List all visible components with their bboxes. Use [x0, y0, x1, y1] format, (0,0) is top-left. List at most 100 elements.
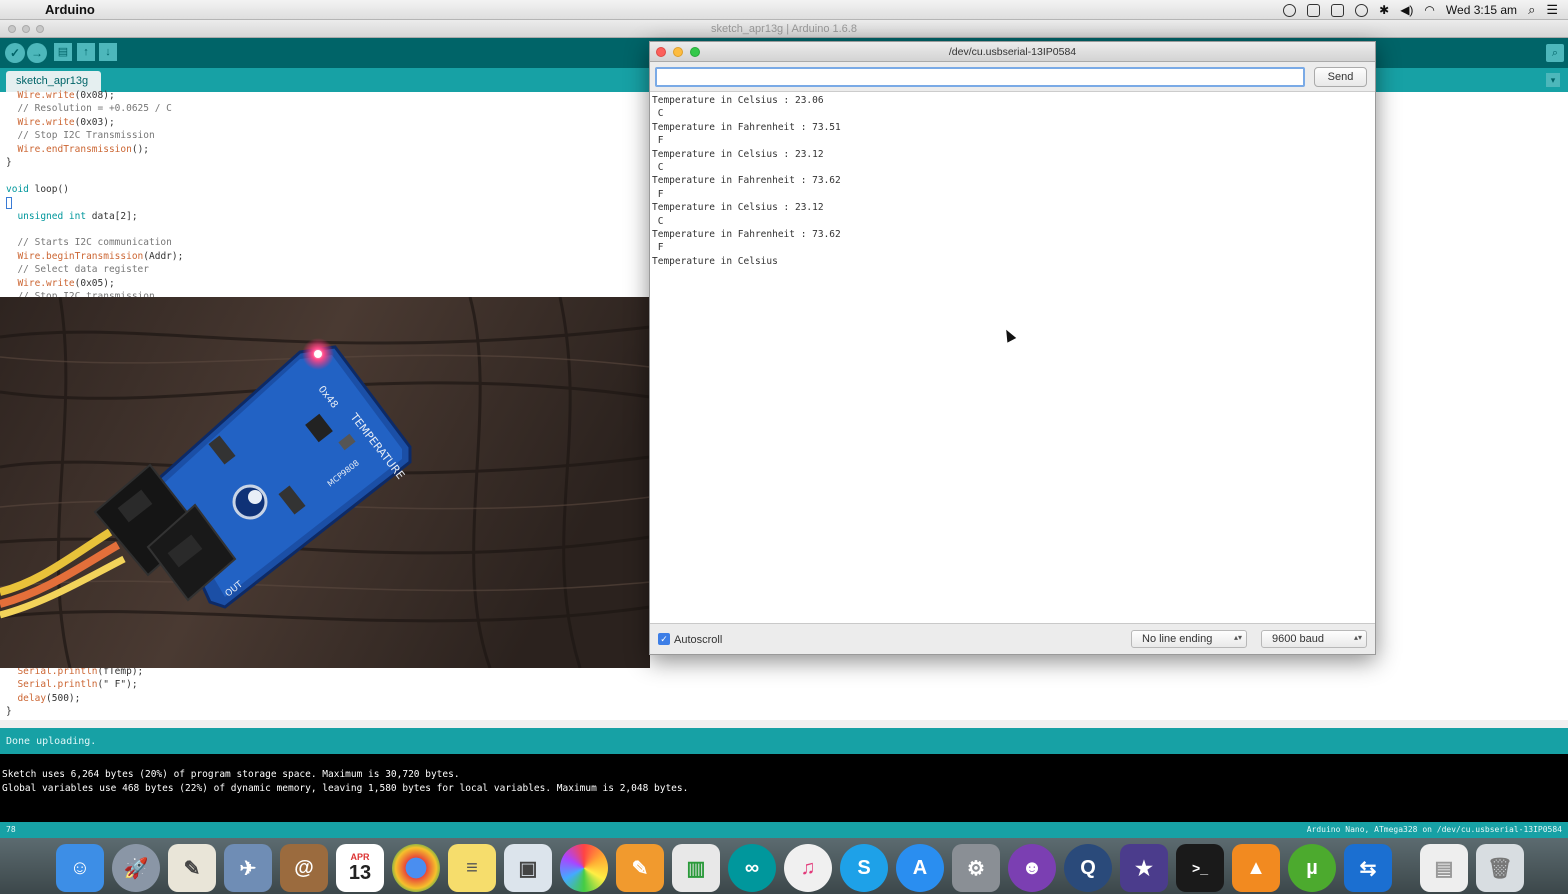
console-line: Sketch uses 6,264 bytes (20%) of program…	[2, 769, 460, 780]
code-line[interactable]: }	[6, 156, 183, 169]
serial-output-line: Temperature in Fahrenheit : 73.62	[652, 229, 841, 241]
wifi-icon[interactable]: ◠	[1424, 3, 1434, 17]
code-line[interactable]: unsigned int data[2];	[6, 210, 183, 223]
check-icon[interactable]	[1307, 3, 1321, 17]
editor-divider[interactable]	[0, 720, 1568, 728]
volume-icon[interactable]: ◀)	[1400, 3, 1413, 17]
code-line[interactable]	[6, 196, 183, 209]
vlc-icon[interactable]: ▲	[1232, 844, 1280, 892]
photo-booth-icon[interactable]: ▣	[504, 844, 552, 892]
skype-icon[interactable]: S	[840, 844, 888, 892]
serial-monitor-button[interactable]: ⌕	[1546, 44, 1564, 62]
autoscroll-label[interactable]: Autoscroll	[674, 634, 722, 646]
serial-output-line: F	[652, 242, 664, 254]
code-line[interactable]: }	[6, 705, 143, 718]
quicktime-icon[interactable]: Q	[1064, 844, 1112, 892]
code-line[interactable]: Serial.println(" F");	[6, 678, 143, 691]
footer-bar: 78 Arduino Nano, ATmega328 on /dev/cu.us…	[0, 822, 1568, 838]
document-icon[interactable]	[1331, 3, 1345, 17]
arduino-icon[interactable]: ∞	[728, 844, 776, 892]
open-button[interactable]: ↑	[77, 43, 95, 61]
code-line[interactable]: Wire.write(0x03);	[6, 116, 183, 129]
tab-menu-button[interactable]: ▾	[1546, 73, 1560, 87]
code-keyword: Wire.write	[6, 90, 75, 101]
github-icon[interactable]: ☻	[1008, 844, 1056, 892]
documents-icon[interactable]: ▤	[1420, 844, 1468, 892]
textedit-icon[interactable]: ✎	[168, 844, 216, 892]
record-icon[interactable]	[1283, 3, 1297, 17]
terminal-icon[interactable]: >_	[1176, 844, 1224, 892]
code-bottom[interactable]: Serial.println(fTemp); Serial.println(" …	[6, 665, 143, 719]
code-line[interactable]: Wire.write(0x05);	[6, 277, 183, 290]
serial-monitor-title: /dev/cu.usbserial-13IP0584	[948, 46, 1077, 58]
app-store-icon[interactable]: A	[896, 844, 944, 892]
code-top[interactable]: Wire.write(0x08); // Resolution = +0.062…	[6, 89, 183, 304]
code-line[interactable]	[6, 169, 183, 182]
serial-output-line: F	[652, 135, 664, 147]
trash-icon[interactable]: 🗑	[1476, 844, 1524, 892]
app-menu[interactable]: Arduino	[45, 2, 95, 17]
code-line[interactable]: // Resolution = +0.0625 / C	[6, 102, 183, 115]
code-line[interactable]: Wire.beginTransmission(Addr);	[6, 250, 183, 263]
serial-input[interactable]	[655, 67, 1305, 87]
bluetooth-icon[interactable]: ✱	[1379, 3, 1389, 17]
baud-rate-select[interactable]: 9600 baud ▴▾	[1261, 630, 1367, 648]
imovie-icon[interactable]: ★	[1120, 844, 1168, 892]
code-keyword: Wire.beginTransmission	[6, 250, 144, 262]
code-line[interactable]	[6, 223, 183, 236]
spotlight-icon[interactable]: ⌕	[1528, 2, 1535, 18]
teamviewer-icon[interactable]: ⇆	[1344, 844, 1392, 892]
code-line[interactable]: // Starts I2C communication	[6, 236, 183, 249]
clock[interactable]: Wed 3:15 am	[1446, 3, 1517, 17]
window-titlebar: sketch_apr13g | Arduino 1.6.8	[0, 20, 1568, 38]
notes-icon[interactable]: ≡	[448, 844, 496, 892]
code-keyword: Wire.write	[6, 116, 75, 128]
code-line[interactable]: Wire.write(0x08);	[6, 89, 183, 102]
send-button[interactable]: Send	[1314, 67, 1367, 87]
finder-icon[interactable]: ☺	[56, 844, 104, 892]
photos-icon[interactable]	[560, 844, 608, 892]
chrome-icon[interactable]	[392, 844, 440, 892]
itunes-icon[interactable]: ♫	[784, 844, 832, 892]
save-button[interactable]: ↓	[99, 43, 117, 61]
board-info: Arduino Nano, ATmega328 on /dev/cu.usbse…	[1306, 825, 1562, 834]
menu-bar: Arduino ✱ ◀) ◠ Wed 3:15 am ⌕ ☰	[0, 0, 1568, 20]
code-comment: // Select data register	[6, 264, 149, 276]
select-arrows-icon: ▴▾	[1353, 633, 1362, 642]
new-button[interactable]: ▤	[54, 43, 72, 61]
serial-output[interactable]: Temperature in Celsius : 23.06 C Temperat…	[650, 92, 1375, 624]
serial-output-line: C	[652, 108, 664, 120]
line-ending-value: No line ending	[1142, 633, 1213, 645]
sensor-photo: TEMPERATURE 0x48 MCP9808 OUT	[0, 297, 650, 668]
launchpad-icon[interactable]: 🚀	[112, 844, 160, 892]
upload-button[interactable]: →	[27, 43, 47, 63]
dock: ☺ 🚀 ✎ ✈ @ APR 13 ≡ ▣ ✎ ▥ ∞ ♫ S A ⚙ ☻ Q ★…	[0, 838, 1568, 894]
code-keyword: Wire.endTransmission	[6, 143, 132, 155]
line-ending-select[interactable]: No line ending ▴▾	[1131, 630, 1247, 648]
code-keyword: Serial.println	[6, 679, 98, 691]
preview-icon[interactable]: ✈	[224, 844, 272, 892]
code-line[interactable]: delay(500);	[6, 692, 143, 705]
notification-center-icon[interactable]: ☰	[1546, 2, 1558, 18]
baud-rate-value: 9600 baud	[1272, 633, 1324, 645]
system-preferences-icon[interactable]: ⚙	[952, 844, 1000, 892]
code-line[interactable]: void loop()	[6, 183, 183, 196]
code-line[interactable]: Wire.endTransmission();	[6, 143, 183, 156]
calendar-day: 13	[348, 861, 372, 884]
code-line[interactable]: // Stop I2C Transmission	[6, 129, 183, 142]
code-type: unsigned int	[6, 210, 92, 222]
calendar-icon[interactable]: APR 13	[336, 844, 384, 892]
globe-icon[interactable]	[1355, 3, 1369, 17]
contacts-icon[interactable]: @	[280, 844, 328, 892]
autoscroll-checkbox[interactable]: ✓	[658, 633, 670, 645]
calendar-month: APR	[350, 851, 370, 862]
verify-button[interactable]: ✓	[5, 43, 25, 63]
serial-monitor-window: /dev/cu.usbserial-13IP0584 Send Temperat…	[649, 41, 1376, 655]
numbers-icon[interactable]: ▥	[672, 844, 720, 892]
pages-icon[interactable]: ✎	[616, 844, 664, 892]
dock-icons: ☺ 🚀 ✎ ✈ @ APR 13 ≡ ▣ ✎ ▥ ∞ ♫ S A ⚙ ☻ Q ★…	[56, 844, 1524, 892]
code-line[interactable]: // Select data register	[6, 263, 183, 276]
serial-output-line: Temperature in Fahrenheit : 73.62	[652, 175, 841, 187]
serial-monitor-titlebar: /dev/cu.usbserial-13IP0584	[650, 42, 1375, 62]
utorrent-icon[interactable]: µ	[1288, 844, 1336, 892]
